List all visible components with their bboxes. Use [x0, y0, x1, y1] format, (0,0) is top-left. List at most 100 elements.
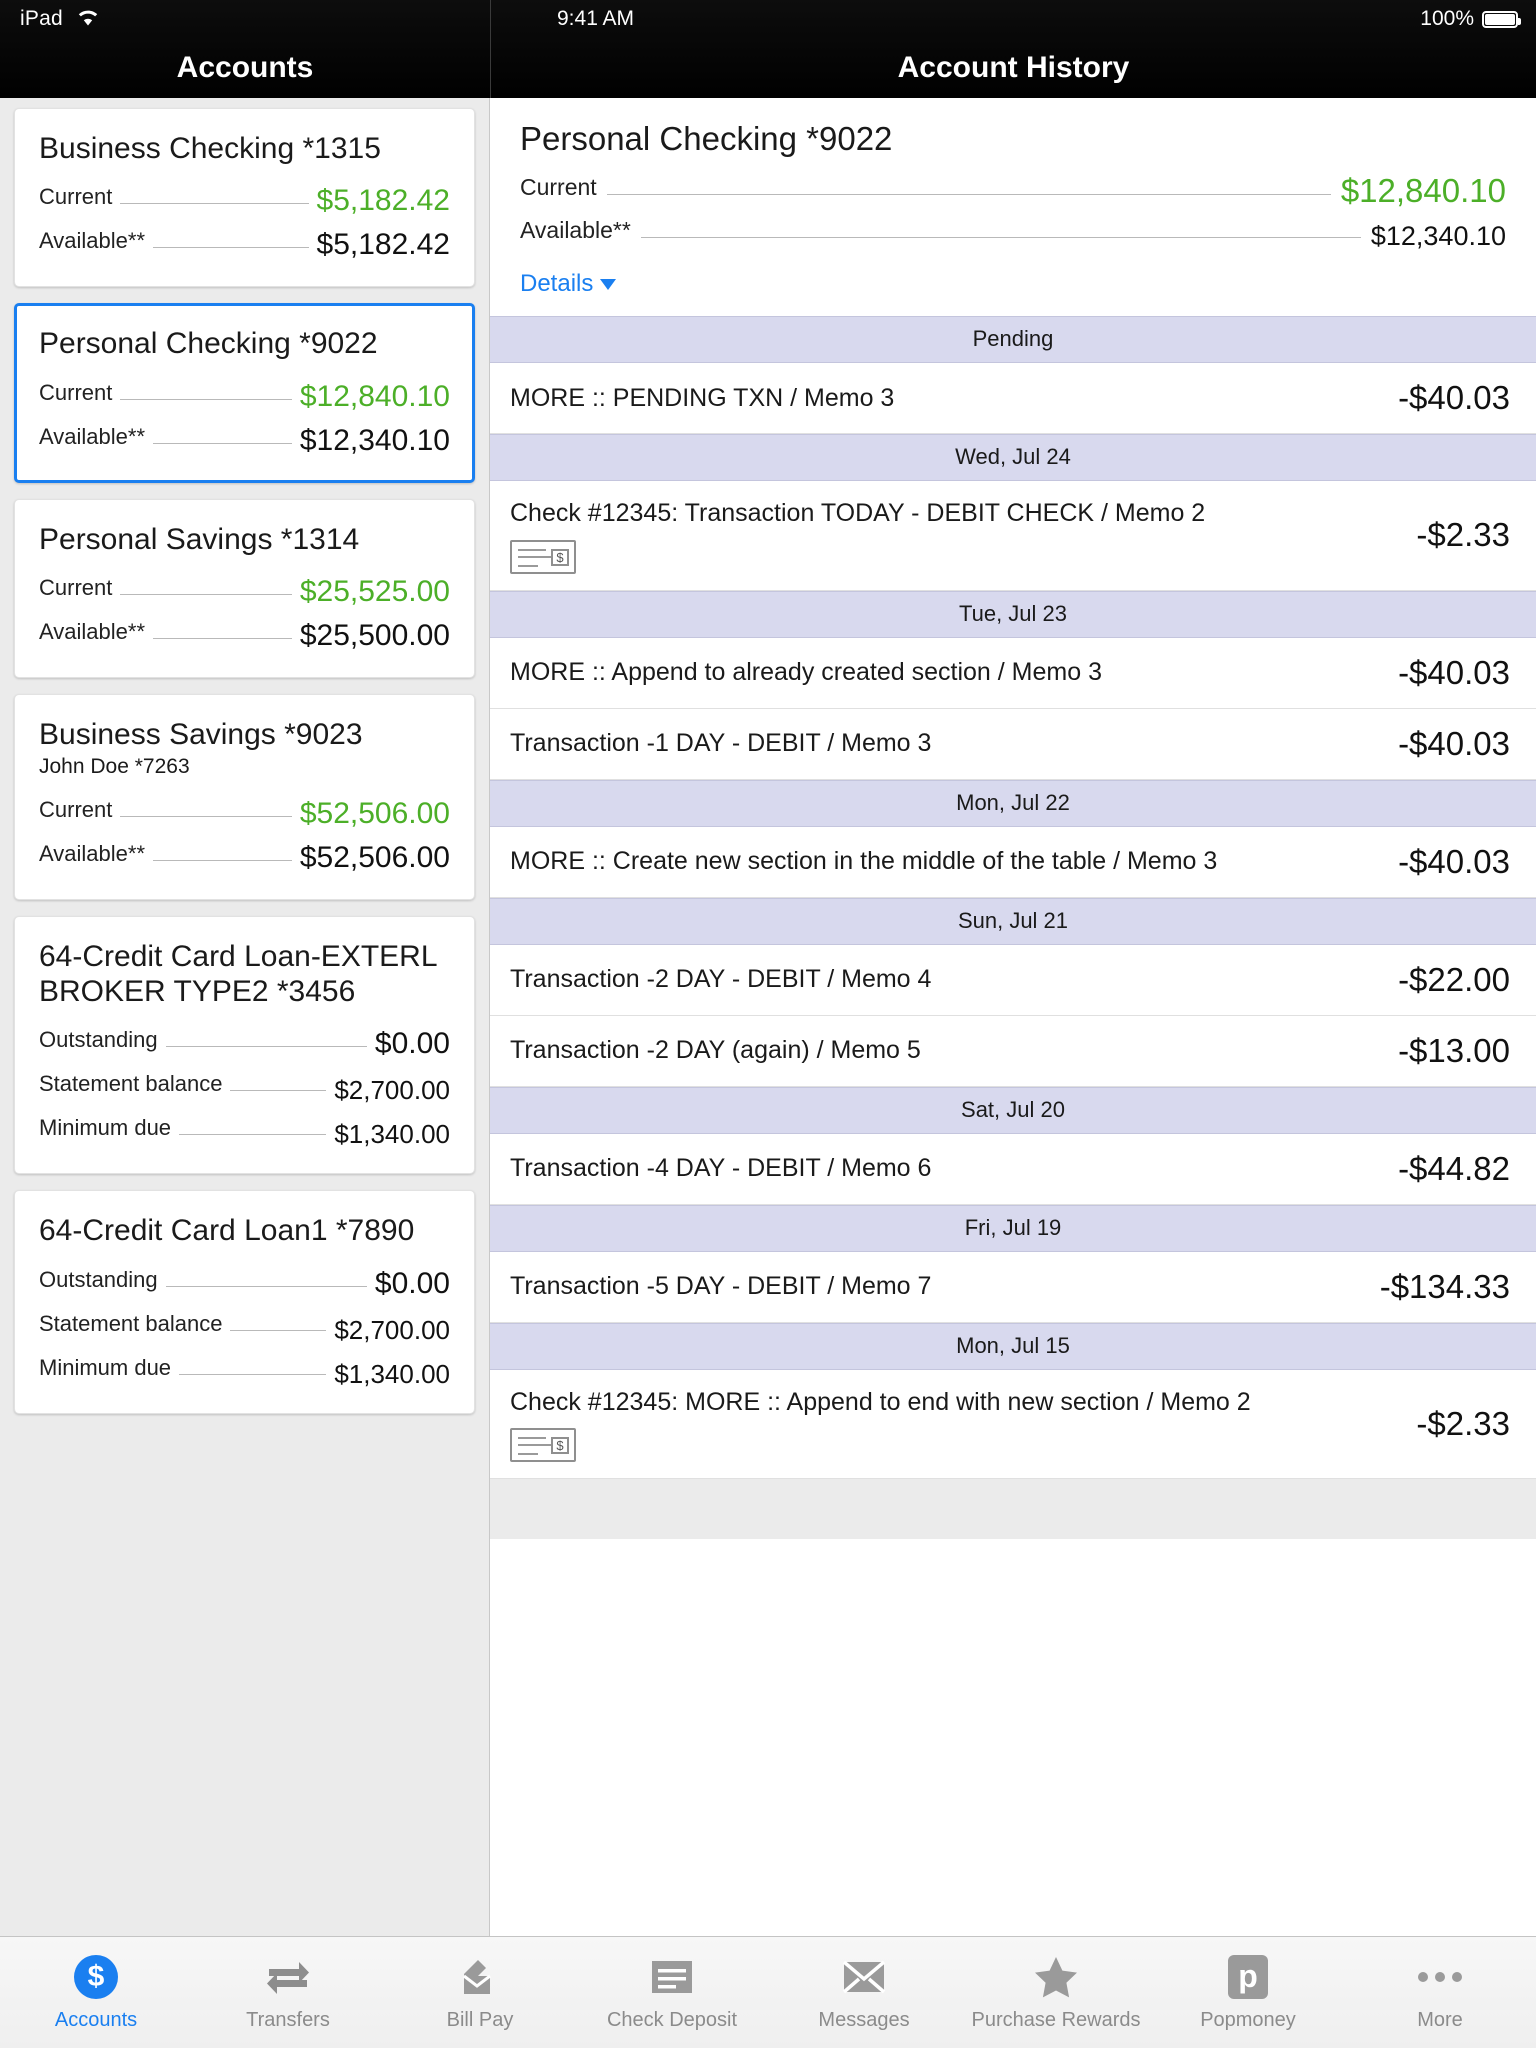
transaction-row[interactable]: Check #12345: MORE :: Append to end with…: [490, 1369, 1536, 1479]
history-balance-label: Current: [520, 174, 597, 200]
balance-label: Minimum due: [39, 1354, 172, 1380]
tab-label: Messages: [818, 2008, 910, 2031]
wifi-icon: [75, 7, 101, 32]
tab-check-deposit[interactable]: Check Deposit: [576, 1937, 768, 2048]
transaction-section-header: Wed, Jul 24: [490, 434, 1536, 481]
transaction-description: MORE :: Append to already created sectio…: [510, 658, 1102, 687]
leader-line: [153, 247, 309, 249]
balance-value: $52,506.00: [299, 796, 450, 830]
balance-row: Available** $25,500.00: [39, 619, 450, 651]
transfer-arrows-icon: [265, 1954, 311, 2000]
transaction-left: MORE :: Append to already created sectio…: [510, 656, 1380, 689]
transaction-row[interactable]: Transaction -1 DAY - DEBIT / Memo 3 -$40.…: [490, 708, 1536, 780]
tab-accounts[interactable]: $ Accounts: [0, 1937, 192, 2048]
tab-popmoney[interactable]: p Popmoney: [1152, 1937, 1344, 2048]
right-pane-title: Account History: [897, 51, 1130, 84]
balance-value: $0.00: [374, 1027, 450, 1061]
balance-label: Available**: [39, 228, 146, 254]
history-summary-rows: Current $12,840.10 Available** $12,340.10: [520, 174, 1506, 250]
balance-label: Minimum due: [39, 1115, 172, 1141]
transaction-row[interactable]: Transaction -4 DAY - DEBIT / Memo 6 -$44.…: [490, 1133, 1536, 1205]
transaction-row[interactable]: Transaction -2 DAY - DEBIT / Memo 4 -$22.…: [490, 944, 1536, 1016]
balance-value: $25,500.00: [299, 619, 450, 653]
balance-label: Statement balance: [39, 1310, 223, 1336]
tab-purchase-rewards[interactable]: Purchase Rewards: [960, 1937, 1152, 2048]
history-header: Personal Checking *9022 Current $12,840.1…: [490, 98, 1536, 316]
transaction-section-header: Mon, Jul 22: [490, 779, 1536, 827]
transaction-description: Transaction -4 DAY - DEBIT / Memo 6: [510, 1154, 932, 1183]
details-toggle[interactable]: Details: [520, 270, 617, 298]
balance-label: Available**: [39, 423, 146, 449]
check-image-icon[interactable]: $: [510, 1428, 576, 1462]
transaction-amount: -$2.33: [1416, 516, 1510, 554]
balance-row: Statement balance $2,700.00: [39, 1311, 450, 1343]
balance-value: $2,700.00: [334, 1075, 450, 1106]
transaction-description: Check #12345: Transaction TODAY - DEBIT …: [510, 499, 1206, 527]
transaction-left: Transaction -5 DAY - DEBIT / Memo 7: [510, 1270, 1362, 1303]
balance-value: $1,340.00: [334, 1119, 450, 1150]
check-lines-icon: [650, 1954, 694, 2000]
account-card-title: Business Checking *1315: [39, 132, 381, 165]
balance-value: $5,182.42: [316, 228, 450, 262]
account-balance-rows: Current $52,506.00 Available** $52,506.00: [39, 797, 450, 873]
account-card[interactable]: Business Savings *9023 John Doe *7263 Curr…: [14, 694, 475, 900]
tab-bill-pay[interactable]: Bill Pay: [384, 1937, 576, 2048]
history-account-title: Personal Checking *9022: [520, 120, 893, 157]
account-card[interactable]: Personal Savings *1314 Current $25,525.00 A…: [14, 498, 475, 679]
tab-transfers[interactable]: Transfers: [192, 1937, 384, 2048]
app-root: iPad Accounts 9:41 AM 100% Account Histo…: [0, 0, 1536, 2048]
tab-bar: $ Accounts Transfers Bill Pay Check Deposit M…: [0, 1936, 1536, 2048]
transaction-list[interactable]: Pending MORE :: PENDING TXN / Memo 3 -$40.…: [490, 316, 1536, 1936]
transaction-section-header: Sat, Jul 20: [490, 1086, 1536, 1134]
status-bar-left: iPad: [0, 0, 490, 38]
balance-label: Current: [39, 379, 113, 405]
leader-line: [120, 594, 292, 596]
history-balance-row: Current $12,840.10: [520, 174, 1506, 207]
leader-line: [120, 398, 292, 400]
transaction-row[interactable]: MORE :: Append to already created sectio…: [490, 637, 1536, 709]
account-card[interactable]: 64-Credit Card Loan-EXTERL BROKER TYPE2 …: [14, 915, 475, 1175]
right-nav-bar: 9:41 AM 100% Account History: [490, 0, 1536, 98]
star-icon: [1033, 1954, 1079, 2000]
transaction-amount: -$13.00: [1398, 1031, 1510, 1069]
device-label: iPad: [20, 7, 63, 30]
account-history-pane[interactable]: Personal Checking *9022 Current $12,840.1…: [490, 98, 1536, 1936]
balance-row: Available** $5,182.42: [39, 228, 450, 260]
transaction-left: Transaction -1 DAY - DEBIT / Memo 3: [510, 727, 1380, 760]
account-card[interactable]: 64-Credit Card Loan1 *7890 Outstanding $0.…: [14, 1190, 475, 1414]
balance-row: Current $5,182.42: [39, 184, 450, 216]
tab-more[interactable]: More: [1344, 1937, 1536, 2048]
account-card[interactable]: Personal Checking *9022 Current $12,840.10…: [14, 303, 475, 483]
left-nav-bar: iPad Accounts: [0, 0, 490, 98]
transaction-row[interactable]: MORE :: PENDING TXN / Memo 3 -$40.03: [490, 363, 1536, 434]
transaction-list-tail: [490, 1479, 1536, 1539]
balance-value: $0.00: [374, 1266, 450, 1300]
history-balance-label: Available**: [520, 217, 631, 243]
transaction-left: MORE :: Create new section in the middle…: [510, 845, 1380, 878]
account-card[interactable]: Business Checking *1315 Current $5,182.42 A…: [14, 108, 475, 288]
tab-label: Transfers: [246, 2008, 330, 2031]
account-card-title: 64-Credit Card Loan-EXTERL BROKER TYPE2 …: [39, 939, 437, 1008]
tab-messages[interactable]: Messages: [768, 1937, 960, 2048]
transaction-row[interactable]: Transaction -5 DAY - DEBIT / Memo 7 -$134…: [490, 1251, 1536, 1323]
check-image-icon[interactable]: $: [510, 539, 576, 574]
transaction-amount: -$40.03: [1398, 842, 1510, 880]
balance-label: Available**: [39, 840, 146, 866]
tab-label: More: [1417, 2008, 1463, 2031]
transaction-row[interactable]: Check #12345: Transaction TODAY - DEBIT …: [490, 481, 1536, 591]
ellipsis-icon: [1418, 1954, 1462, 2000]
leader-line: [165, 1285, 367, 1287]
left-pane-title: Accounts: [176, 51, 314, 84]
transaction-left: Check #12345: MORE :: Append to end with…: [510, 1386, 1398, 1462]
transaction-description: Transaction -1 DAY - DEBIT / Memo 3: [510, 729, 932, 758]
transaction-row[interactable]: MORE :: Create new section in the middle…: [490, 826, 1536, 898]
transaction-description: MORE :: PENDING TXN / Memo 3: [510, 383, 895, 412]
transaction-amount: -$40.03: [1398, 379, 1510, 416]
accounts-pane[interactable]: Business Checking *1315 Current $5,182.42 A…: [0, 98, 490, 1936]
balance-label: Outstanding: [39, 1266, 158, 1292]
leader-line: [606, 194, 1331, 195]
leader-line: [153, 859, 292, 861]
transaction-section-header: Pending: [490, 316, 1536, 363]
transaction-description: MORE :: Create new section in the middle…: [510, 847, 1218, 876]
transaction-row[interactable]: Transaction -2 DAY (again) / Memo 5 -$13.…: [490, 1015, 1536, 1087]
